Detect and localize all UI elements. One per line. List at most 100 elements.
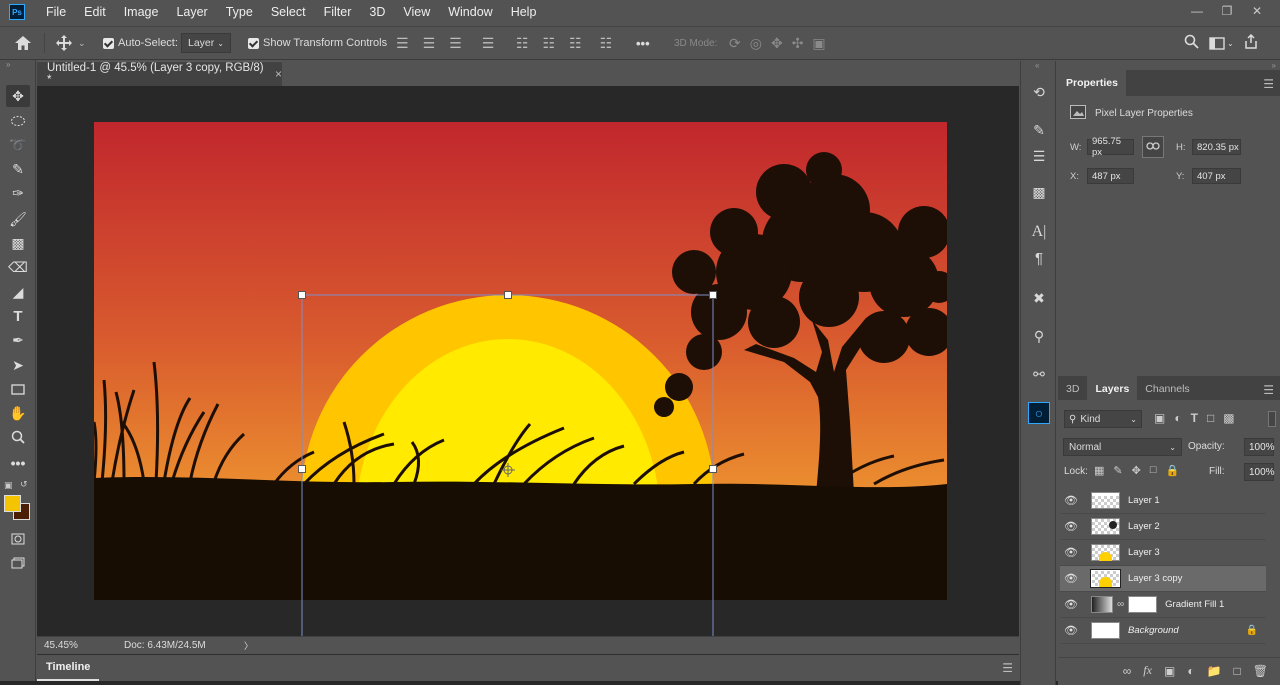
layer-name[interactable]: Background (1128, 625, 1179, 636)
search-icon[interactable] (1184, 34, 1199, 52)
align-right-icon[interactable]: ☰ (449, 35, 462, 52)
layer-name[interactable]: Gradient Fill 1 (1165, 599, 1224, 610)
link-icon[interactable]: ∞ (1123, 664, 1132, 678)
paragraph-icon[interactable]: ¶ (1027, 247, 1051, 269)
stamp-tool-icon[interactable]: ▩ (6, 232, 30, 254)
home-icon[interactable] (14, 27, 32, 59)
visibility-eye-icon[interactable]: 👁 (1060, 598, 1082, 611)
close-tab-icon[interactable]: × (275, 67, 282, 81)
menu-3d[interactable]: 3D (360, 0, 394, 24)
timeline-tab[interactable]: Timeline (37, 655, 100, 681)
minimize-icon[interactable]: — (1182, 0, 1212, 22)
fill-field[interactable]: 100% (1244, 463, 1275, 481)
menu-view[interactable]: View (394, 0, 439, 24)
menu-layer[interactable]: Layer (167, 0, 216, 24)
lock-transparent-icon[interactable]: ▦ (1094, 464, 1104, 477)
menu-edit[interactable]: Edit (75, 0, 115, 24)
visibility-eye-icon[interactable]: 👁 (1060, 546, 1082, 559)
brushes-icon[interactable]: ✎ (1027, 119, 1051, 141)
3d-roll-icon[interactable]: ◎ (750, 35, 762, 52)
filter-kind-dropdown[interactable]: ⚲ Kind ⌄ (1064, 410, 1142, 428)
align-top-icon[interactable]: ☷ (516, 35, 529, 52)
document-tab[interactable]: Untitled-1 @ 45.5% (Layer 3 copy, RGB/8)… (37, 61, 282, 86)
opacity-field[interactable]: 100% (1244, 438, 1275, 456)
layer-row[interactable]: 👁 Layer 1 (1060, 488, 1266, 514)
move-tool-icon[interactable]: ✥ (6, 85, 30, 107)
workspace-icon[interactable]: ⌄ (1209, 36, 1234, 50)
visibility-eye-icon[interactable]: 👁 (1060, 624, 1082, 637)
align-left-icon[interactable]: ☰ (396, 35, 409, 52)
panel-menu-icon[interactable]: ☰ (1002, 661, 1013, 675)
menu-file[interactable]: File (37, 0, 75, 24)
move-icon[interactable]: ⌄ (56, 27, 86, 59)
pen-tool-icon[interactable]: ✒ (6, 329, 30, 351)
new-layer-icon[interactable]: □ (1234, 664, 1241, 678)
layer-row[interactable]: 👁 Background 🔒 (1060, 618, 1266, 644)
eyedropper-tool-icon[interactable]: ✑ (6, 182, 30, 204)
tab-layers[interactable]: Layers (1087, 376, 1138, 402)
blend-mode-dropdown[interactable]: Normal ⌄ (1063, 438, 1182, 456)
filter-smart-icon[interactable]: ▩ (1223, 411, 1234, 425)
paint-bucket-tool-icon[interactable]: ◢ (6, 281, 30, 303)
restore-icon[interactable]: ❐ (1212, 0, 1242, 22)
menu-filter[interactable]: Filter (315, 0, 361, 24)
menu-type[interactable]: Type (217, 0, 262, 24)
tab-3d[interactable]: 3D (1058, 376, 1087, 402)
swap-colors-icon[interactable]: ↺ (20, 479, 28, 490)
layer-row-selected[interactable]: 👁 Layer 3 copy (1060, 566, 1266, 592)
brush-tool-icon[interactable]: 🖌 (6, 208, 30, 230)
lock-position-icon[interactable]: ✥ (1132, 464, 1141, 477)
x-field[interactable]: 487 px (1087, 168, 1134, 184)
brush-settings-icon[interactable]: ☰ (1027, 145, 1051, 167)
trash-icon[interactable]: 🗑 (1253, 664, 1268, 678)
visibility-eye-icon[interactable]: 👁 (1060, 572, 1082, 585)
default-colors-icon[interactable]: ▣ (4, 480, 13, 491)
y-field[interactable]: 407 px (1192, 168, 1241, 184)
filter-pixel-icon[interactable]: ▣ (1154, 411, 1165, 425)
share-icon[interactable] (1244, 33, 1258, 52)
layer-row[interactable]: 👁 ∞ Gradient Fill 1 (1060, 592, 1266, 618)
filter-shape-icon[interactable]: □ (1207, 411, 1214, 425)
visibility-eye-icon[interactable]: 👁 (1060, 520, 1082, 533)
align-center-icon[interactable]: ☰ (423, 35, 436, 52)
path-select-tool-icon[interactable]: ➤ (6, 354, 30, 376)
lock-artboard-icon[interactable]: □ (1150, 464, 1157, 477)
visibility-eye-icon[interactable]: 👁 (1060, 494, 1082, 507)
filter-toggle[interactable] (1268, 411, 1276, 427)
layer-mask-thumbnail[interactable] (1128, 596, 1158, 613)
screen-mode-icon[interactable] (6, 552, 30, 574)
zoom-tool-icon[interactable] (6, 426, 30, 448)
auto-select-target-dropdown[interactable]: Layer ⌄ (181, 27, 231, 59)
layer-row[interactable]: 👁 Layer 3 (1060, 540, 1266, 566)
document-canvas[interactable] (94, 122, 947, 600)
filter-adjustment-icon[interactable]: ◐ (1174, 411, 1181, 425)
zoom-level[interactable]: 45.45% (44, 640, 124, 651)
tab-properties[interactable]: Properties (1058, 70, 1126, 96)
link-dimensions-button[interactable] (1142, 136, 1164, 158)
group-icon[interactable]: 📁 (1207, 664, 1222, 678)
navigator-icon[interactable]: ⚲ (1027, 325, 1051, 347)
type-tool-icon[interactable]: T (6, 305, 30, 327)
filter-type-icon[interactable]: T (1191, 411, 1198, 425)
3d-pan-icon[interactable]: ✥ (771, 35, 783, 52)
menu-window[interactable]: Window (439, 0, 501, 24)
creative-cloud-icon[interactable]: ⚯ (1027, 363, 1051, 385)
menu-image[interactable]: Image (115, 0, 168, 24)
tab-channels[interactable]: Channels (1137, 376, 1197, 402)
3d-orbit-icon[interactable]: ⟳ (729, 35, 741, 52)
history-icon[interactable]: ⟲ (1027, 81, 1051, 103)
menu-select[interactable]: Select (262, 0, 315, 24)
lock-pixels-icon[interactable]: ✎ (1113, 464, 1122, 477)
layer-name[interactable]: Layer 3 copy (1128, 573, 1182, 584)
adjustment-icon[interactable]: ◐ (1187, 664, 1194, 678)
mask-icon[interactable]: ▣ (1164, 664, 1175, 678)
more-options-button[interactable]: ••• (636, 27, 650, 59)
layer-row[interactable]: 👁 Layer 2 (1060, 514, 1266, 540)
height-field[interactable]: 820.35 px (1192, 139, 1241, 155)
more-tools-icon[interactable]: ••• (6, 452, 30, 474)
tools-icon[interactable]: ✖ (1027, 287, 1051, 309)
menu-help[interactable]: Help (502, 0, 546, 24)
lasso-tool-icon[interactable]: ➰ (6, 134, 30, 156)
3d-slide-icon[interactable]: ✣ (792, 35, 804, 52)
status-menu-arrow-icon[interactable]: 〉 (244, 639, 253, 652)
